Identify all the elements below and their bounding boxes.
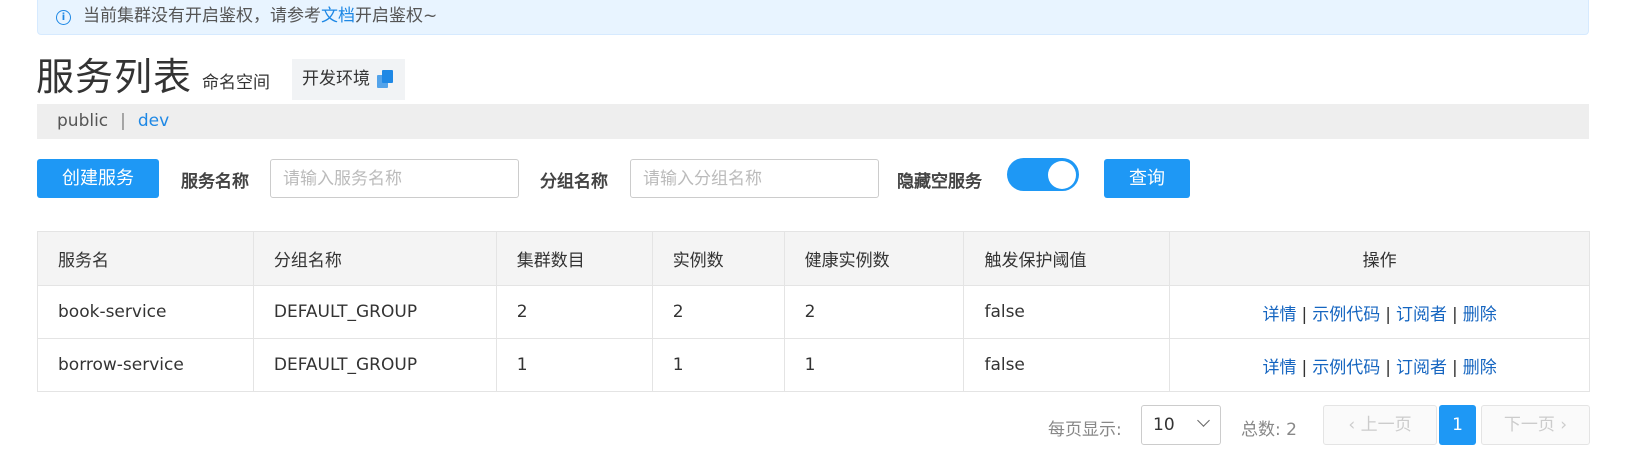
namespace-dev[interactable]: dev [138,111,169,131]
cell-group-name: DEFAULT_GROUP [252,285,497,339]
copy-icon[interactable] [377,70,393,88]
page-size-select[interactable]: 10 [1141,405,1221,445]
cell-protect-threshold: false [963,338,1171,392]
cell-instance-count: 2 [651,285,785,339]
page-size-value: 10 [1153,415,1175,435]
service-name-input[interactable] [270,159,519,198]
cell-group-name: DEFAULT_GROUP [252,338,497,392]
subscribers-link[interactable]: 订阅者 [1396,358,1447,378]
detail-link[interactable]: 详情 [1263,305,1297,325]
cell-cluster-count: 2 [495,285,653,339]
prev-page-label: 上一页 [1360,415,1412,435]
current-page-button[interactable]: 1 [1439,405,1476,445]
auth-notice: i 当前集群没有开启鉴权，请参考文档开启鉴权~ [37,0,1589,35]
chevron-right-icon: › [1560,415,1568,435]
group-name-input[interactable] [630,159,879,198]
total-label: 总数: [1241,420,1281,440]
chevron-left-icon: ‹ [1348,415,1356,435]
sample-code-link[interactable]: 示例代码 [1312,305,1380,325]
service-name-label: 服务名称 [181,172,249,192]
table-row: book-service DEFAULT_GROUP 2 2 2 false 详… [37,285,1590,339]
detail-link[interactable]: 详情 [1263,358,1297,378]
info-icon: i [56,10,71,25]
col-instance-count: 实例数 [651,231,785,286]
create-service-button[interactable]: 创建服务 [37,159,159,198]
table-header-row: 服务名 分组名称 集群数目 实例数 健康实例数 触发保护阈值 操作 [37,231,1590,286]
total-count: 总数: 2 [1241,415,1297,440]
col-actions: 操作 [1169,231,1590,286]
cell-service-name: borrow-service [37,338,254,392]
chevron-down-icon [1197,414,1210,427]
cell-actions: 详情 | 示例代码 | 订阅者 | 删除 [1169,338,1590,392]
col-group-name: 分组名称 [252,231,497,286]
docs-link[interactable]: 文档 [321,6,355,26]
notice-text-after: 开启鉴权~ [355,6,438,26]
namespace-label: 命名空间 [202,73,270,93]
delete-link[interactable]: 删除 [1463,358,1497,378]
service-table: 服务名 分组名称 集群数目 实例数 健康实例数 触发保护阈值 操作 book-s… [37,231,1590,392]
toggle-knob [1048,161,1076,189]
delete-link[interactable]: 删除 [1463,305,1497,325]
col-cluster-count: 集群数目 [495,231,653,286]
prev-page-button[interactable]: ‹ 上一页 [1323,405,1437,445]
hide-empty-toggle[interactable] [1007,158,1079,191]
hide-empty-label: 隐藏空服务 [897,172,982,192]
cell-protect-threshold: false [963,285,1171,339]
total-value: 2 [1286,420,1297,440]
page-size-label: 每页显示: [1048,420,1122,440]
cell-instance-count: 1 [651,338,785,392]
group-name-label: 分组名称 [540,172,608,192]
cell-service-name: book-service [37,285,254,339]
next-page-button[interactable]: 下一页 › [1481,405,1590,445]
col-protect-threshold: 触发保护阈值 [963,231,1171,286]
sample-code-link[interactable]: 示例代码 [1312,358,1380,378]
next-page-label: 下一页 [1503,415,1555,435]
col-healthy-count: 健康实例数 [783,231,965,286]
cell-healthy-count: 1 [783,338,965,392]
subscribers-link[interactable]: 订阅者 [1396,305,1447,325]
namespace-bar: public | dev [37,104,1589,139]
notice-text-before: 当前集群没有开启鉴权，请参考 [83,6,321,26]
cell-actions: 详情 | 示例代码 | 订阅者 | 删除 [1169,285,1590,339]
namespace-public[interactable]: public [57,111,108,131]
query-button[interactable]: 查询 [1104,159,1190,198]
namespace-separator: | [120,111,126,131]
cell-healthy-count: 2 [783,285,965,339]
cell-cluster-count: 1 [495,338,653,392]
col-service-name: 服务名 [37,231,254,286]
env-tag[interactable]: 开发环境 [292,59,405,100]
env-tag-label: 开发环境 [302,69,370,89]
page-title: 服务列表 [36,55,193,99]
table-row: borrow-service DEFAULT_GROUP 1 1 1 false… [37,338,1590,392]
